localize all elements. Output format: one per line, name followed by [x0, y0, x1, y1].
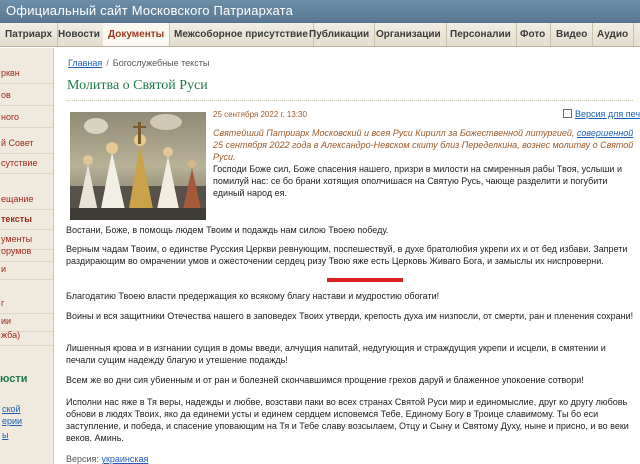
sidebar-link[interactable]: ерии	[2, 416, 53, 426]
sidebar-link[interactable]: ской	[2, 404, 53, 414]
sidebar: рквн ов ного й Совет сутствие ещание тек…	[0, 48, 54, 464]
nav-patriarch[interactable]: Патриарх	[0, 23, 59, 46]
nav-persons[interactable]: Персоналии	[445, 23, 517, 46]
nav-intercouncil-presence[interactable]: Межсоборное присутствие	[169, 23, 314, 46]
version-line: Версия: украинская	[66, 454, 148, 464]
nav-audio[interactable]: Аудио	[592, 23, 635, 46]
prayer-paragraph: Востани, Боже, в помощь людем Твоим и по…	[66, 225, 389, 235]
nav-organizations[interactable]: Организации	[371, 23, 447, 46]
main-content: Главная / Богослужебные тексты Молитва о С…	[55, 48, 640, 464]
sidebar-item[interactable]: ещание	[0, 188, 53, 210]
sidebar-item[interactable]: и	[0, 258, 53, 280]
prayer-paragraph: Благодатию Твоею власти предержащия ко в…	[66, 291, 440, 301]
sidebar-heading: юсти	[0, 373, 28, 385]
intro-text: 25 сентября 2022 года в Александро-Невск…	[213, 140, 634, 162]
sidebar-item[interactable]: ов	[0, 84, 53, 106]
sidebar-item[interactable]: рквн	[0, 62, 53, 84]
nav-photo[interactable]: Фото	[515, 23, 552, 46]
breadcrumb-separator: /	[106, 58, 109, 68]
prayer-paragraph: Всем же во дни сия убиенным и от ран и б…	[66, 375, 584, 385]
version-link-ukrainian[interactable]: украинская	[101, 454, 148, 464]
prayer-paragraph: Верным чадам Твоим, о единстве Русския Ц…	[66, 244, 628, 266]
intro-link[interactable]: совершенной	[577, 128, 633, 138]
sidebar-item[interactable]: жба)	[0, 324, 53, 346]
top-navigation: Патриарх Новости Документы Межсоборное п…	[0, 23, 640, 47]
sidebar-link[interactable]: ы	[2, 430, 53, 440]
prayer-paragraph: Лишенныя крова и в изгнании сущия в домы…	[66, 343, 606, 365]
prayer-paragraph: Воины и вся защитники Отечества нашего в…	[66, 311, 634, 321]
version-label: Версия:	[66, 454, 99, 464]
icon-painting-image	[70, 112, 206, 220]
highlight-underline	[327, 278, 403, 282]
prayer-paragraph: Исполни нас яже в Тя веры, надежды и люб…	[66, 397, 629, 443]
site-title[interactable]: Официальный сайт Московского Патриархата	[6, 3, 293, 18]
print-version-label[interactable]: Версия для печати	[575, 109, 640, 119]
nav-video[interactable]: Видео	[551, 23, 594, 46]
intro-text: Святейший Патриарх Московский и всея Рус…	[213, 128, 577, 138]
nav-documents[interactable]: Документы	[103, 23, 171, 46]
prayer-paragraph: Господи Боже сил, Боже спасения нашего, …	[213, 164, 622, 198]
site-header: Официальный сайт Московского Патриархата	[0, 0, 640, 23]
sidebar-item[interactable]: й Совет	[0, 132, 53, 154]
page-title: Молитва о Святой Руси	[67, 78, 208, 93]
print-icon	[563, 109, 572, 118]
breadcrumb: Главная / Богослужебные тексты	[68, 58, 209, 68]
nav-publications[interactable]: Публикации	[304, 23, 376, 46]
sidebar-item-liturgical-texts[interactable]: тексты	[0, 208, 53, 230]
article-intro: Святейший Патриарх Московский и всея Рус…	[213, 127, 635, 163]
nav-news[interactable]: Новости	[53, 23, 106, 46]
breadcrumb-current: Богослужебные тексты	[112, 58, 210, 68]
print-version-link[interactable]: Версия для печати	[563, 109, 640, 119]
sidebar-item[interactable]: сутствие	[0, 152, 53, 174]
title-divider	[67, 100, 633, 101]
breadcrumb-home-link[interactable]: Главная	[68, 58, 102, 68]
publish-date: 25 сентября 2022 г. 13:30	[213, 110, 307, 119]
sidebar-item[interactable]: ного	[0, 106, 53, 128]
